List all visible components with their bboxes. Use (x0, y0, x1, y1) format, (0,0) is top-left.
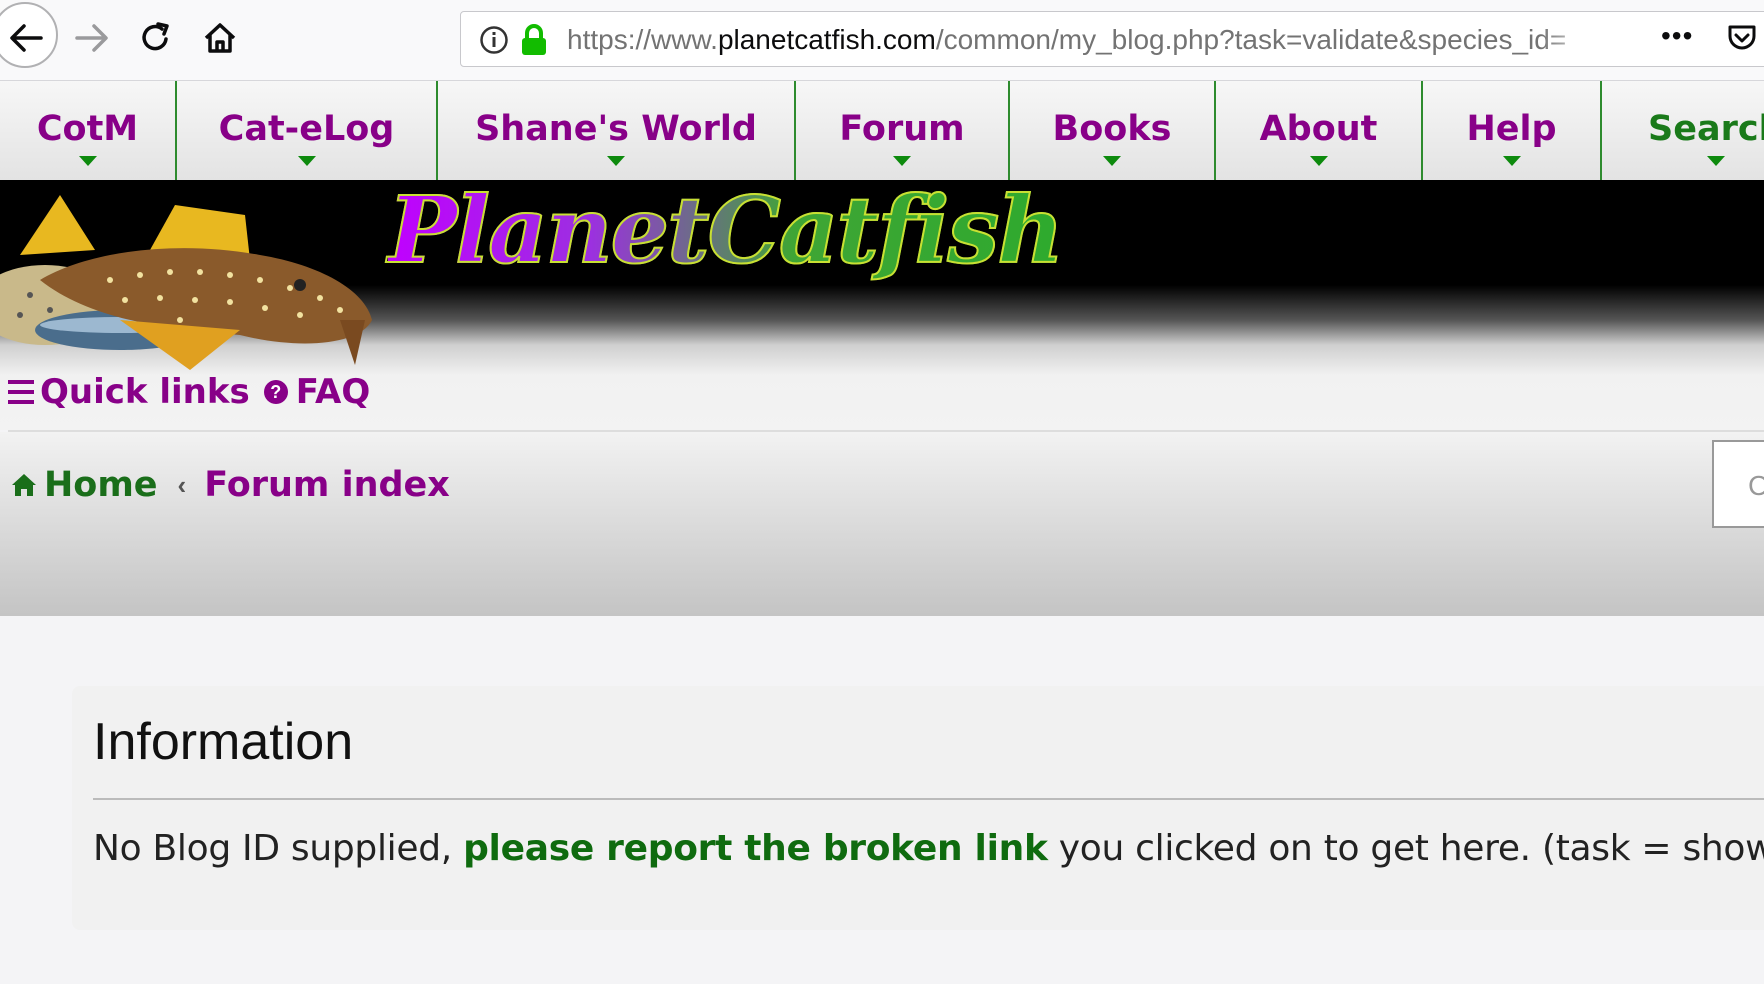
forward-arrow-icon[interactable] (62, 8, 122, 68)
chevron-left-icon: ‹ (177, 469, 187, 500)
nav-search[interactable]: Search (1602, 81, 1764, 180)
address-bar[interactable]: https://www.planetcatfish.com/common/my_… (460, 11, 1764, 67)
nav-shanes-world[interactable]: Shane's World (438, 81, 796, 180)
home-icon (12, 474, 36, 496)
breadcrumb-bar: Home ‹ Forum index (0, 432, 1764, 616)
chevron-down-icon (1103, 156, 1121, 166)
url-fade (1541, 16, 1601, 62)
site-logo-text[interactable]: PlanetCatfish (387, 179, 1065, 281)
nav-label: CotM (36, 108, 139, 149)
page-actions-menu-icon[interactable]: ••• (1661, 20, 1693, 52)
search-input[interactable]: C (1712, 440, 1764, 528)
info-message: No Blog ID supplied, please report the b… (93, 828, 1764, 869)
catfish-logo-art (0, 195, 372, 370)
quick-links-link[interactable]: Quick links (40, 372, 250, 412)
nav-label: Forum (839, 108, 965, 149)
nav-about[interactable]: About (1216, 81, 1423, 180)
report-broken-link[interactable]: please report the broken link (463, 828, 1048, 869)
search-placeholder: C (1748, 470, 1764, 501)
chevron-down-icon (1707, 156, 1725, 166)
nav-label: Shane's World (475, 108, 757, 149)
url-text[interactable]: https://www.planetcatfish.com/common/my_… (567, 25, 1577, 55)
chevron-down-icon (893, 156, 911, 166)
lock-icon[interactable] (519, 24, 549, 61)
breadcrumb: Home ‹ Forum index (10, 460, 450, 510)
browser-toolbar: https://www.planetcatfish.com/common/my_… (0, 0, 1764, 81)
message-text: No Blog ID supplied, (93, 828, 464, 869)
chevron-down-icon (78, 156, 97, 166)
nav-books[interactable]: Books (1010, 81, 1216, 180)
nav-label: Help (1466, 108, 1557, 149)
nav-label: Books (1052, 108, 1172, 149)
faq-link[interactable]: FAQ (296, 372, 371, 412)
nav-help[interactable]: Help (1423, 81, 1602, 180)
chevron-down-icon (607, 156, 625, 166)
info-icon[interactable] (479, 25, 509, 60)
back-arrow-icon[interactable] (0, 8, 56, 68)
message-text: you clicked on to get here. (task = show… (1047, 828, 1764, 869)
breadcrumb-forum-index[interactable]: Forum index (204, 465, 450, 505)
menu-icon[interactable] (8, 380, 34, 404)
nav-label: Cat-eLog (218, 108, 395, 149)
nav-forum[interactable]: Forum (796, 81, 1010, 180)
nav-label: Search (1648, 108, 1764, 149)
chevron-down-icon (1502, 156, 1521, 166)
chevron-down-icon (297, 156, 316, 166)
reload-icon[interactable] (126, 8, 186, 68)
nav-cotm[interactable]: CotM (0, 81, 177, 180)
question-icon: ? (263, 380, 288, 404)
chevron-down-icon (1309, 156, 1328, 166)
nav-label: About (1259, 108, 1378, 149)
pocket-icon[interactable] (1726, 22, 1758, 59)
page-title: Information (93, 713, 354, 771)
quick-links-row: Quick links ? FAQ (8, 370, 370, 414)
home-icon[interactable] (190, 8, 250, 68)
site-nav: CotM Cat-eLog Shane's World Forum Books … (0, 81, 1764, 181)
nav-cat-elog[interactable]: Cat-eLog (177, 81, 438, 180)
divider (93, 798, 1764, 800)
breadcrumb-home[interactable]: Home (44, 465, 158, 505)
